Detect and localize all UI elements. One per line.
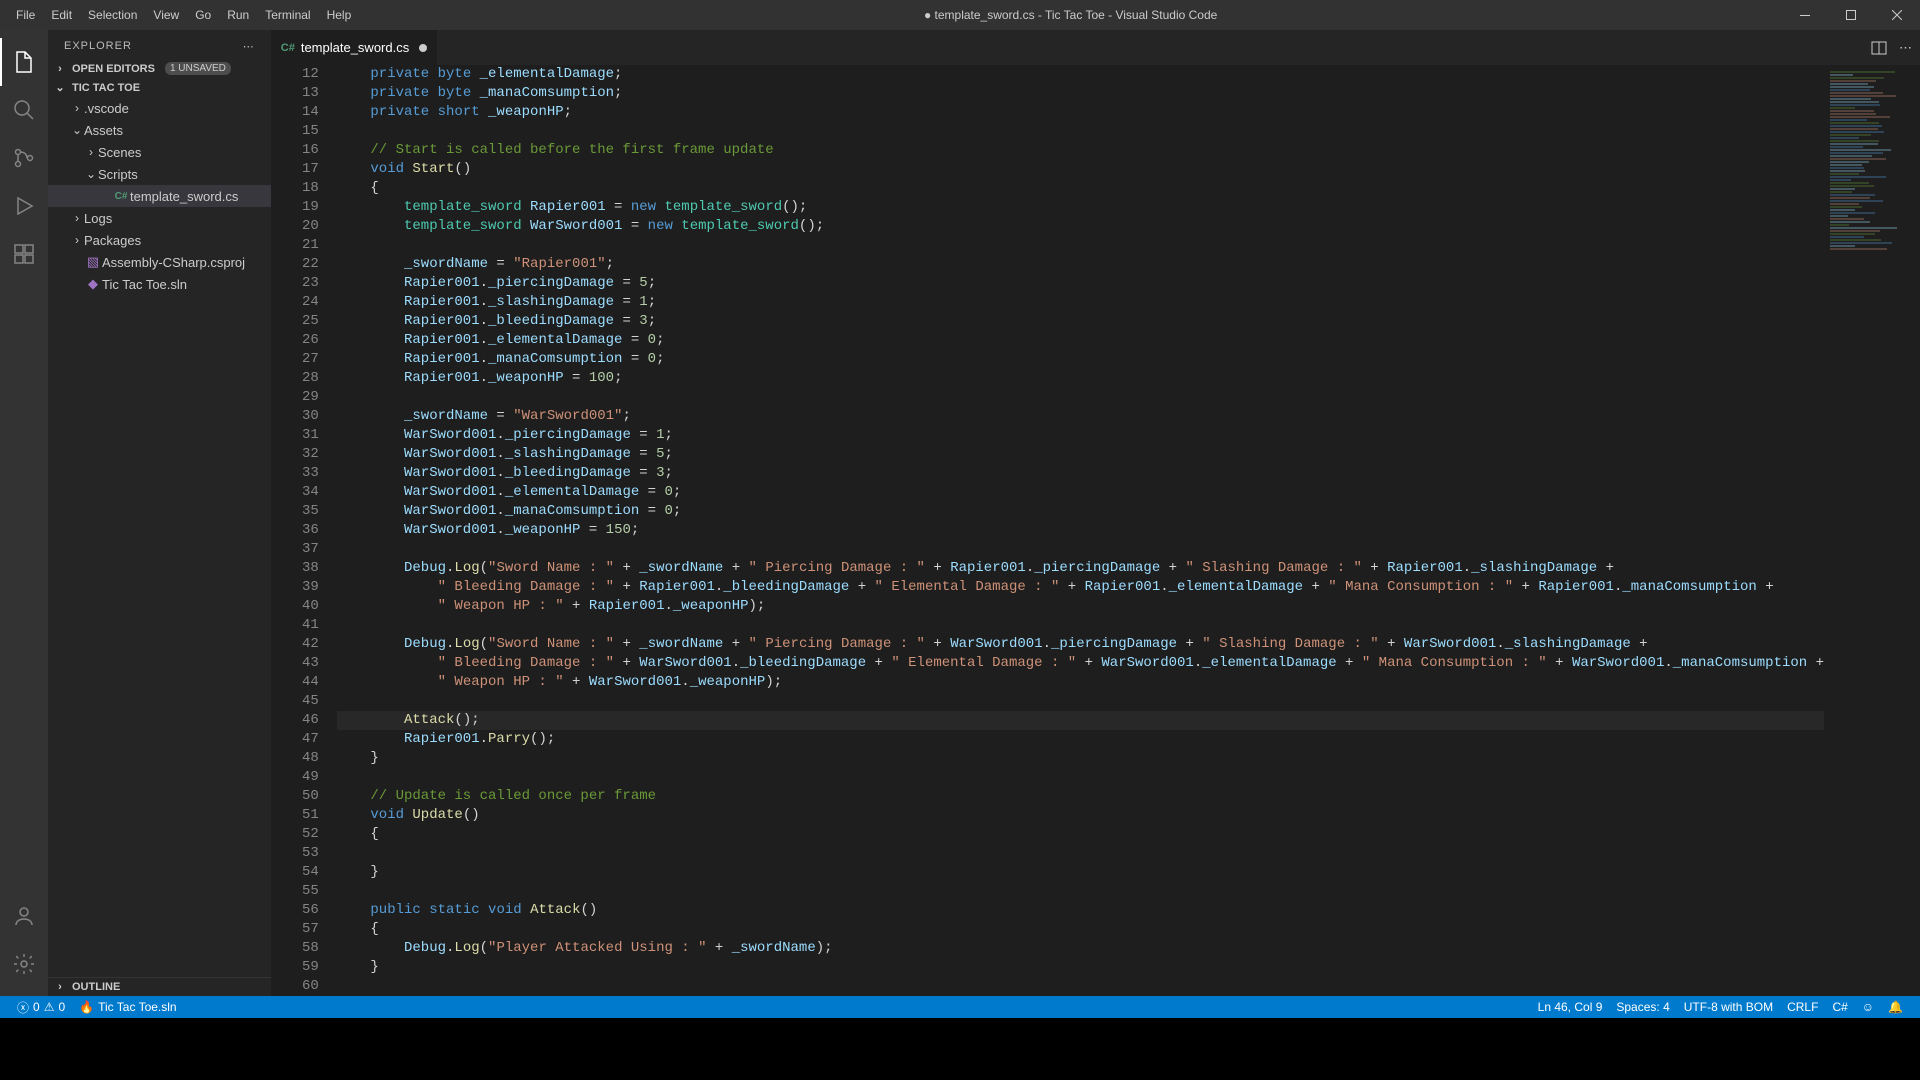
code-content[interactable]: private byte _elementalDamage; private b… — [337, 65, 1824, 996]
activity-bar — [0, 30, 48, 996]
menu-run[interactable]: Run — [219, 2, 257, 28]
status-encoding[interactable]: UTF-8 with BOM — [1677, 1000, 1780, 1014]
window-title: ● template_sword.cs - Tic Tac Toe - Visu… — [359, 8, 1782, 22]
titlebar: FileEditSelectionViewGoRunTerminalHelp ●… — [0, 0, 1920, 30]
menu-terminal[interactable]: Terminal — [257, 2, 318, 28]
settings-gear-icon[interactable] — [0, 940, 48, 988]
tab-template-sword[interactable]: C# template_sword.cs — [271, 30, 438, 65]
status-feedback-icon[interactable]: ☺ — [1855, 1000, 1881, 1014]
flame-icon: 🔥 — [79, 1000, 94, 1014]
run-debug-icon[interactable] — [0, 182, 48, 230]
folder-scripts[interactable]: ⌄Scripts — [48, 163, 271, 185]
tree-item-label: .vscode — [84, 101, 129, 116]
status-spaces[interactable]: Spaces: 4 — [1609, 1000, 1676, 1014]
open-editors-section[interactable]: › OPEN EDITORS 1 UNSAVED — [48, 59, 271, 78]
menu-selection[interactable]: Selection — [80, 2, 145, 28]
csproj-file-icon: ▧ — [84, 254, 102, 270]
close-button[interactable] — [1874, 0, 1920, 30]
more-actions-icon[interactable]: ⋯ — [1899, 40, 1912, 56]
folder-assets[interactable]: ⌄Assets — [48, 119, 271, 141]
status-bar: ⓧ0 ⚠0 🔥Tic Tac Toe.sln Ln 46, Col 9 Spac… — [0, 996, 1920, 1018]
folder-packages[interactable]: ›Packages — [48, 229, 271, 251]
file-tic-tac-toe-sln[interactable]: ◆Tic Tac Toe.sln — [48, 273, 271, 295]
tab-label: template_sword.cs — [301, 40, 409, 55]
extensions-icon[interactable] — [0, 230, 48, 278]
menu-view[interactable]: View — [145, 2, 187, 28]
project-root[interactable]: ⌄ TIC TAC TOE — [48, 78, 271, 97]
file-tree: ›.vscode⌄Assets›Scenes⌄ScriptsC#template… — [48, 97, 271, 977]
csharp-file-icon: C# — [112, 191, 130, 202]
tree-item-label: template_sword.cs — [130, 189, 238, 204]
window-controls — [1782, 0, 1920, 30]
csharp-file-icon: C# — [281, 42, 295, 54]
tree-item-label: Scenes — [98, 145, 141, 160]
status-errors[interactable]: ⓧ0 ⚠0 — [10, 999, 72, 1016]
unsaved-badge: 1 UNSAVED — [165, 62, 231, 75]
menu-edit[interactable]: Edit — [43, 2, 80, 28]
solution-file-icon: ◆ — [84, 276, 102, 292]
status-eol[interactable]: CRLF — [1780, 1000, 1825, 1014]
menu-help[interactable]: Help — [319, 2, 360, 28]
desktop-area — [0, 1018, 1920, 1080]
more-icon[interactable]: ⋯ — [243, 40, 255, 53]
accounts-icon[interactable] — [0, 892, 48, 940]
tree-item-label: Assembly-CSharp.csproj — [102, 255, 245, 270]
split-editor-icon[interactable] — [1871, 40, 1887, 56]
editor-tabs: C# template_sword.cs ⋯ — [271, 30, 1920, 65]
tree-item-label: Packages — [84, 233, 141, 248]
maximize-button[interactable] — [1828, 0, 1874, 30]
folder--vscode[interactable]: ›.vscode — [48, 97, 271, 119]
error-icon: ⓧ — [17, 999, 29, 1016]
line-gutter: 1213141516171819202122232425262728293031… — [271, 65, 337, 996]
folder-scenes[interactable]: ›Scenes — [48, 141, 271, 163]
minimap[interactable] — [1824, 65, 1920, 996]
search-icon[interactable] — [0, 86, 48, 134]
menubar: FileEditSelectionViewGoRunTerminalHelp — [0, 2, 359, 28]
menu-file[interactable]: File — [8, 2, 43, 28]
tree-item-label: Assets — [84, 123, 123, 138]
status-project[interactable]: 🔥Tic Tac Toe.sln — [72, 1000, 183, 1014]
tree-item-label: Scripts — [98, 167, 138, 182]
tree-item-label: Tic Tac Toe.sln — [102, 277, 187, 292]
status-bell-icon[interactable]: 🔔 — [1881, 1000, 1910, 1014]
editor-area: C# template_sword.cs ⋯ 12131415161718192… — [271, 30, 1920, 996]
explorer-title: EXPLORER ⋯ — [48, 30, 271, 59]
warning-icon: ⚠ — [44, 1000, 55, 1014]
source-control-icon[interactable] — [0, 134, 48, 182]
folder-logs[interactable]: ›Logs — [48, 207, 271, 229]
explorer-sidebar: EXPLORER ⋯ › OPEN EDITORS 1 UNSAVED ⌄ TI… — [48, 30, 271, 996]
explorer-icon[interactable] — [0, 38, 48, 86]
file-template-sword-cs[interactable]: C#template_sword.cs — [48, 185, 271, 207]
tree-item-label: Logs — [84, 211, 112, 226]
code-editor[interactable]: 1213141516171819202122232425262728293031… — [271, 65, 1920, 996]
status-ln-col[interactable]: Ln 46, Col 9 — [1531, 1000, 1610, 1014]
file-assembly-csharp-csproj[interactable]: ▧Assembly-CSharp.csproj — [48, 251, 271, 273]
modified-dot-icon — [419, 44, 427, 52]
menu-go[interactable]: Go — [187, 2, 219, 28]
minimize-button[interactable] — [1782, 0, 1828, 30]
status-lang[interactable]: C# — [1825, 1000, 1854, 1014]
outline-section[interactable]: › OUTLINE — [48, 977, 271, 996]
